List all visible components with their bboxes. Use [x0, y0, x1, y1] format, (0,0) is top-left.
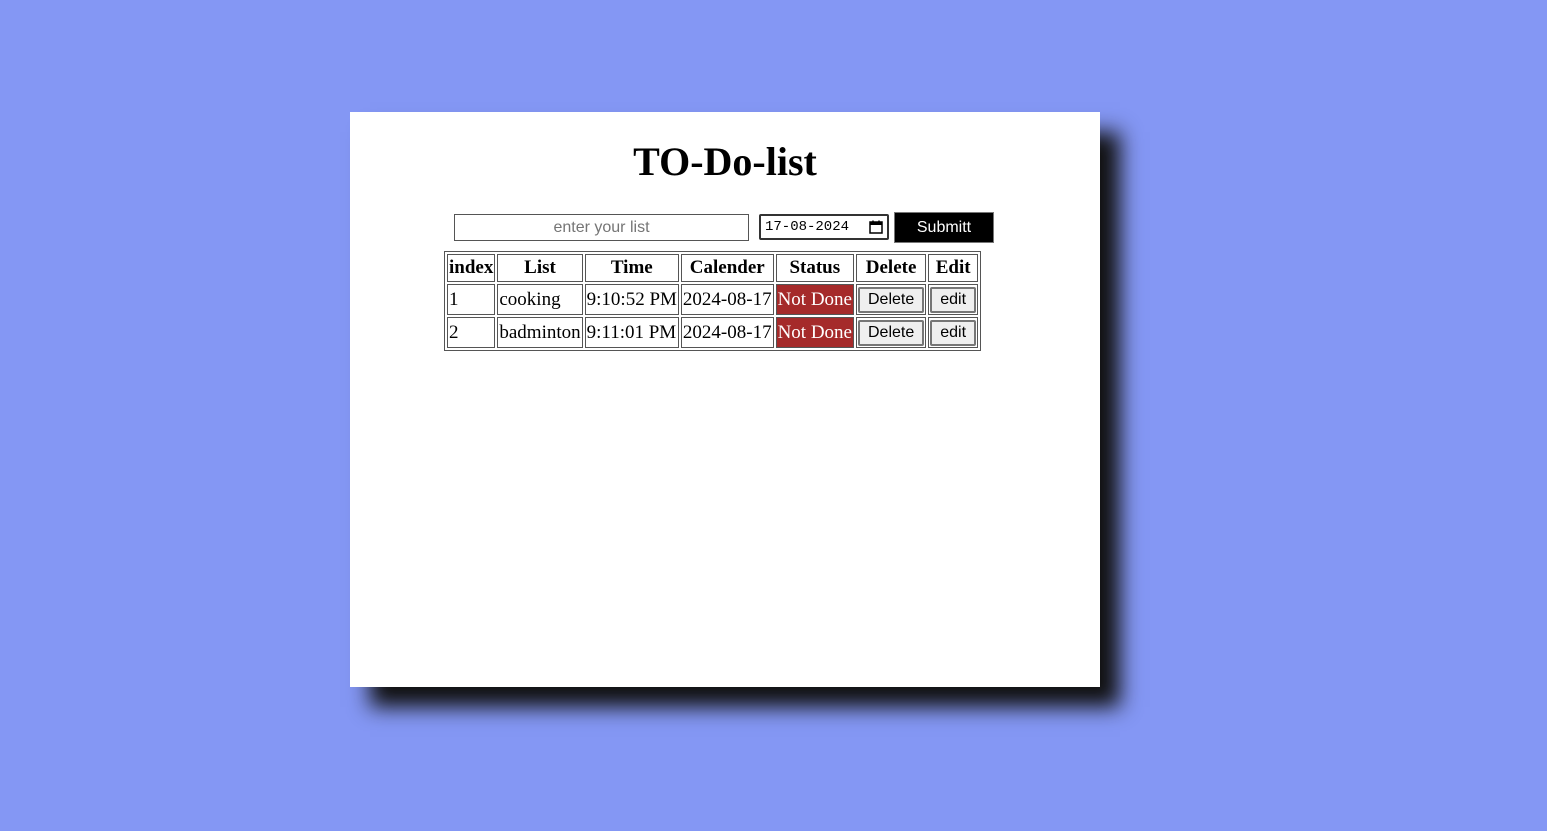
header-edit: Edit — [928, 254, 979, 282]
cell-time: 9:11:01 PM — [584, 317, 679, 348]
header-index: index — [447, 254, 496, 282]
edit-button[interactable]: edit — [930, 319, 977, 346]
header-time: Time — [584, 254, 679, 282]
edit-button[interactable]: edit — [930, 286, 977, 313]
cell-edit: edit — [928, 284, 979, 315]
status-badge[interactable]: Not Done — [775, 317, 854, 348]
todo-card — [350, 112, 1100, 687]
cell-edit: edit — [928, 317, 979, 348]
header-status: Status — [775, 254, 854, 282]
date-value: 17-08-2024 — [765, 219, 850, 235]
cell-time: 9:10:52 PM — [584, 284, 679, 315]
status-badge[interactable]: Not Done — [775, 284, 854, 315]
cell-calendar: 2024-08-17 — [680, 284, 774, 315]
header-list: List — [497, 254, 583, 282]
table-row: 1 cooking 9:10:52 PM 2024-08-17 Not Done… — [447, 284, 979, 315]
cell-calendar: 2024-08-17 — [680, 317, 774, 348]
page-title: TO-Do-list — [633, 139, 817, 184]
cell-index: 1 — [447, 284, 496, 315]
list-input[interactable] — [454, 214, 749, 241]
table-header-row: index List Time Calender Status Delete E… — [447, 254, 979, 282]
cell-list: cooking — [497, 284, 583, 315]
header-calendar: Calender — [680, 254, 774, 282]
cell-index: 2 — [447, 317, 496, 348]
cell-delete: Delete — [855, 317, 927, 348]
table-row: 2 badminton 9:11:01 PM 2024-08-17 Not Do… — [447, 317, 979, 348]
cell-delete: Delete — [855, 284, 927, 315]
calendar-icon[interactable] — [869, 220, 883, 234]
date-field[interactable]: 17-08-2024 — [759, 214, 889, 240]
delete-button[interactable]: Delete — [857, 286, 925, 313]
todo-table: index List Time Calender Status Delete E… — [444, 251, 982, 351]
submit-button[interactable]: Submitt — [894, 212, 994, 243]
header-delete: Delete — [855, 254, 927, 282]
cell-list: badminton — [497, 317, 583, 348]
delete-button[interactable]: Delete — [857, 319, 925, 346]
